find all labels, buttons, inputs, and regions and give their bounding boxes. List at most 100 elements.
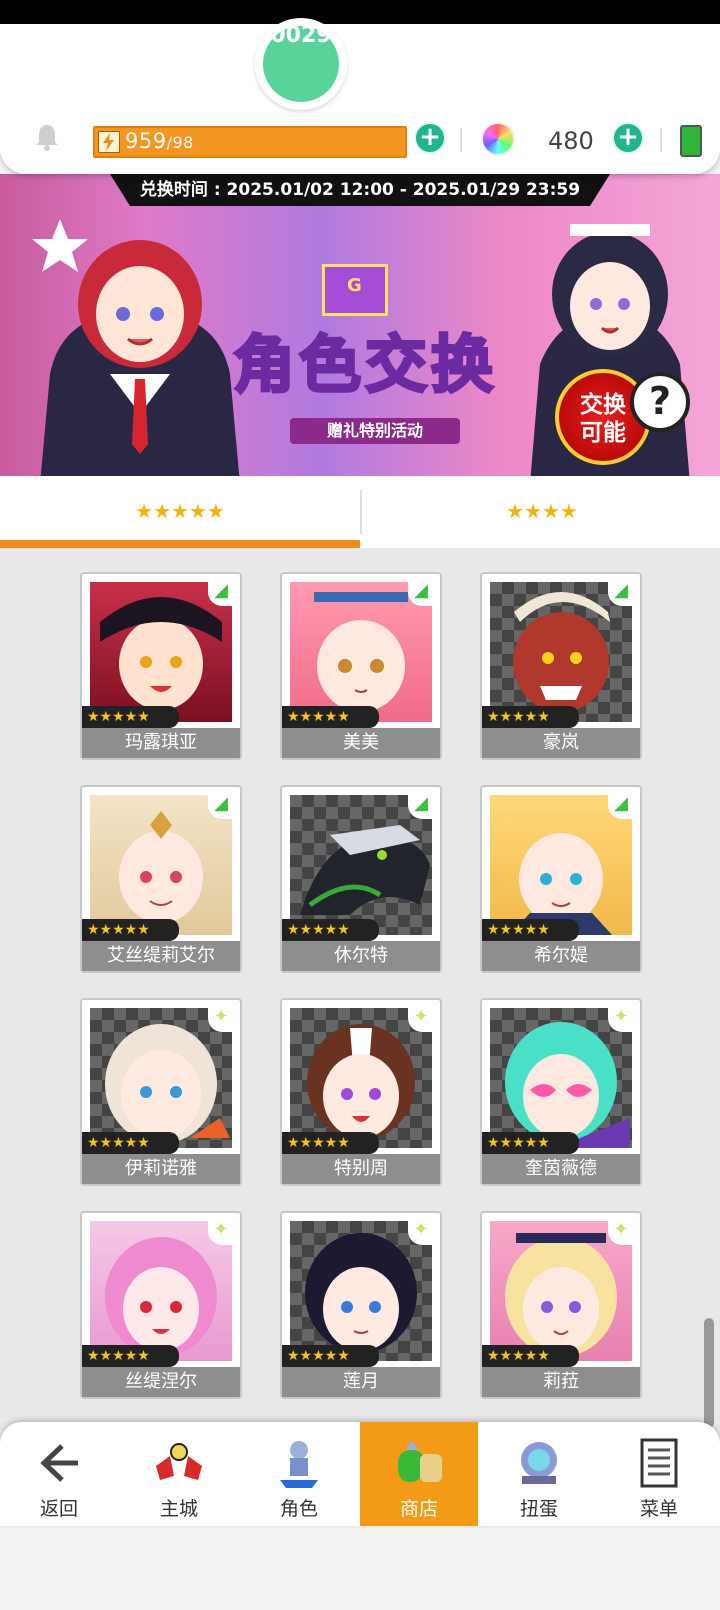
card-stars: ★★★★★ (282, 1345, 379, 1367)
card-stars: ★★★★★ (482, 1132, 579, 1154)
add-stamina-button[interactable]: + (414, 122, 446, 154)
sparkle-icon: ✦ (208, 1006, 234, 1032)
card-stars: ★★★★★ (482, 1345, 579, 1367)
level-badge[interactable]: 0029 (255, 18, 347, 110)
character-portrait (490, 1008, 632, 1148)
help-button[interactable]: ? (630, 372, 690, 432)
character-portrait (290, 582, 432, 722)
exchange-period: 兑换时间 : 2025.01/02 12:00 - 2025.01/29 23:… (110, 174, 610, 206)
battery-icon (680, 125, 702, 157)
nav-town[interactable]: 主城 (120, 1422, 238, 1526)
character-card[interactable]: ✦ ★★★★★ 莲月 (280, 1211, 442, 1399)
leaf-icon: ◢ (608, 793, 634, 819)
rarity-tabs: ★★★★★ ★★★★ (0, 476, 720, 548)
character-card[interactable]: ◢ ★★★★★ 艾丝缇莉艾尔 (80, 785, 242, 973)
character-portrait (490, 582, 632, 722)
bell-icon[interactable] (33, 122, 61, 152)
card-name: 奎茵薇德 (482, 1154, 640, 1184)
character-card[interactable]: ✦ ★★★★★ 伊莉诺雅 (80, 998, 242, 1186)
shop-icon (397, 1440, 442, 1482)
town-icon (156, 1443, 202, 1480)
gem-count: 480 (548, 127, 594, 155)
nav-gacha[interactable]: 扭蛋 (480, 1422, 598, 1526)
level-text: 0029 (270, 26, 332, 48)
leaf-icon: ◢ (408, 793, 434, 819)
nav-label: 主城 (159, 1498, 198, 1520)
divider (460, 128, 462, 152)
card-stars: ★★★★★ (482, 706, 579, 728)
tab-5-star[interactable]: ★★★★★ (0, 476, 360, 548)
gacha-icon (521, 1442, 557, 1484)
gem-icon (481, 122, 515, 156)
character-portrait (290, 1008, 432, 1148)
envelope-letter: G (347, 275, 362, 296)
nav-label: 扭蛋 (519, 1498, 558, 1520)
character-portrait (90, 1221, 232, 1361)
card-name: 玛露琪亚 (82, 728, 240, 758)
card-name: 伊莉诺雅 (82, 1154, 240, 1184)
character-card[interactable]: ◢ ★★★★★ 豪岚 (480, 572, 642, 760)
leaf-icon: ◢ (608, 580, 634, 606)
character-grid: ◢ ★★★★★ 玛露琪亚 ◢ ★★★★★ 美美 ◢ ★★★★★ 豪岚 ◢ ★★★… (0, 548, 720, 1428)
card-name: 莲月 (282, 1367, 440, 1397)
leaf-icon: ◢ (408, 580, 434, 606)
character-portrait (290, 1221, 432, 1361)
character-card[interactable]: ◢ ★★★★★ 希尔媞 (480, 785, 642, 973)
stamina-bar: 959/98 (93, 126, 407, 158)
sparkle-icon: ✦ (608, 1219, 634, 1245)
character-card[interactable]: ◢ ★★★★★ 休尔特 (280, 785, 442, 973)
nav-shop[interactable]: 商店 (360, 1422, 478, 1526)
envelope-icon: G (322, 264, 388, 316)
card-stars: ★★★★★ (82, 706, 179, 728)
scrollbar[interactable] (704, 1318, 714, 1428)
event-title: 角色交换 (231, 327, 497, 403)
character-card[interactable]: ✦ ★★★★★ 莉菈 (480, 1211, 642, 1399)
lightning-icon (98, 131, 120, 153)
character-card[interactable]: ◢ ★★★★★ 玛露琪亚 (80, 572, 242, 760)
character-card[interactable]: ◢ ★★★★★ 美美 (280, 572, 442, 760)
character-portrait (490, 1221, 632, 1361)
card-name: 希尔媞 (482, 941, 640, 971)
back-arrow-icon (40, 1444, 78, 1482)
sparkle-icon: ✦ (608, 1006, 634, 1032)
card-name: 丝缇涅尔 (82, 1367, 240, 1397)
leaf-icon: ◢ (208, 793, 234, 819)
card-stars: ★★★★★ (82, 919, 179, 941)
character-portrait (290, 795, 432, 935)
nav-characters[interactable]: 角色 (240, 1422, 358, 1526)
character-card[interactable]: ✦ ★★★★★ 奎茵薇德 (480, 998, 642, 1186)
event-banner: 兑换时间 : 2025.01/02 12:00 - 2025.01/29 23:… (0, 174, 720, 476)
character-card[interactable]: ✦ ★★★★★ 丝缇涅尔 (80, 1211, 242, 1399)
nav-label: 角色 (279, 1498, 318, 1520)
nav-label: 返回 (39, 1498, 78, 1520)
add-gem-button[interactable]: + (612, 122, 644, 154)
character-icon (280, 1441, 318, 1488)
sparkle-icon: ✦ (408, 1006, 434, 1032)
nav-label: 菜单 (639, 1498, 678, 1520)
card-stars: ★★★★★ (482, 919, 579, 941)
card-stars: ★★★★★ (282, 1132, 379, 1154)
nav-back[interactable]: 返回 (0, 1422, 118, 1526)
character-card[interactable]: ✦ ★★★★★ 特别周 (280, 998, 442, 1186)
leaf-icon: ◢ (208, 580, 234, 606)
card-name: 美美 (282, 728, 440, 758)
card-name: 莉菈 (482, 1367, 640, 1397)
tab-4-star[interactable]: ★★★★ (362, 476, 720, 548)
card-name: 艾丝缇莉艾尔 (82, 941, 240, 971)
resource-header: 0029 959/98 + 480 + (0, 18, 720, 174)
menu-icon (640, 1438, 678, 1488)
card-name: 特别周 (282, 1154, 440, 1184)
card-stars: ★★★★★ (282, 919, 379, 941)
system-navigation-bar (0, 1526, 720, 1610)
status-bar (0, 0, 720, 24)
card-stars: ★★★★★ (82, 1345, 179, 1367)
badge-line-2: 可能 (580, 420, 626, 446)
card-stars: ★★★★★ (282, 706, 379, 728)
character-portrait (90, 582, 232, 722)
event-subtitle: 赠礼特别活动 (290, 418, 460, 444)
card-name: 休尔特 (282, 941, 440, 971)
character-portrait (490, 795, 632, 935)
nav-menu[interactable]: 菜单 (600, 1422, 718, 1526)
sparkle-icon: ✦ (208, 1219, 234, 1245)
divider (660, 128, 662, 152)
